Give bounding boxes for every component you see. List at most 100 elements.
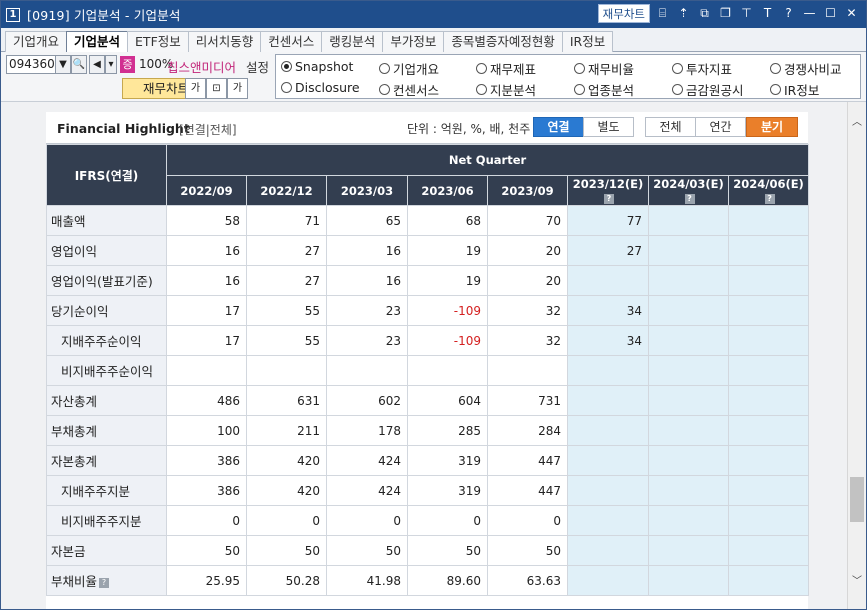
radio-option[interactable]: 업종분석 <box>574 80 634 99</box>
consolidated-toggle[interactable]: 연결 <box>533 117 584 137</box>
tab-2[interactable]: ETF정보 <box>127 31 189 52</box>
radio-icon[interactable] <box>672 63 683 74</box>
tab-1[interactable]: 기업분석 <box>66 31 129 53</box>
radio-icon[interactable] <box>574 63 585 74</box>
table-cell: 0 <box>246 505 327 536</box>
radio-icon[interactable] <box>770 84 781 95</box>
table-cell: 68 <box>407 205 488 236</box>
table-row: 영업이익 16 27 16 19 20 27 <box>46 235 810 266</box>
vertical-scrollbar[interactable]: ︿ ﹀ <box>847 102 866 609</box>
radio-label: Disclosure <box>295 80 360 95</box>
radio-option[interactable]: Snapshot <box>281 59 353 74</box>
radio-icon[interactable] <box>281 61 292 72</box>
help-icon[interactable]: ? <box>780 5 797 22</box>
search-icon[interactable]: 🔍 <box>71 55 87 74</box>
all-period-toggle[interactable]: 전체 <box>645 117 696 137</box>
text-icon[interactable]: T <box>759 5 776 22</box>
window-copy-icon[interactable]: ⧉ <box>696 5 713 22</box>
company-name[interactable]: 칩스앤미디어 <box>167 57 236 76</box>
tab-8[interactable]: IR정보 <box>561 31 614 52</box>
help-icon[interactable]: ? <box>604 193 614 204</box>
radio-icon[interactable] <box>476 84 487 95</box>
radio-option[interactable]: 경쟁사비교 <box>770 59 842 78</box>
separate-toggle[interactable]: 별도 <box>583 117 634 137</box>
chart-icon[interactable]: ⌸ <box>654 5 671 22</box>
table-cell <box>648 505 729 536</box>
financial-chart-button[interactable]: 재무차트 <box>597 4 650 23</box>
pin-icon[interactable]: ⊤ <box>738 5 755 22</box>
table-cell: 71 <box>246 205 327 236</box>
tab-0[interactable]: 기업개요 <box>5 31 68 52</box>
font-size-up-button[interactable]: 가 <box>227 78 248 99</box>
radio-icon[interactable] <box>379 84 390 95</box>
radio-icon[interactable] <box>281 82 292 93</box>
tab-5[interactable]: 랭킹분석 <box>321 31 384 52</box>
quarter-toggle[interactable]: 분기 <box>746 117 798 137</box>
tab-7[interactable]: 종목별증자예정현황 <box>443 31 563 52</box>
table-cell: 319 <box>407 445 488 476</box>
stock-code-input[interactable]: 094360 <box>6 55 56 74</box>
arrow-up-icon[interactable]: ⇡ <box>675 5 692 22</box>
table-cell <box>407 355 488 386</box>
table-cell <box>727 385 810 416</box>
radio-option[interactable]: 금감원공시 <box>672 80 744 99</box>
row-label: 부채총계 <box>46 415 167 446</box>
help-icon[interactable]: ? <box>684 193 695 204</box>
annual-toggle[interactable]: 연간 <box>695 117 746 137</box>
radio-option[interactable]: IR정보 <box>770 80 819 99</box>
minimize-icon[interactable]: — <box>801 5 818 22</box>
table-cell: 77 <box>567 205 649 236</box>
radio-option[interactable]: 기업개요 <box>379 59 439 78</box>
table-cell <box>567 265 649 296</box>
table-cell <box>648 235 729 266</box>
expand-icon[interactable]: ⊡ <box>206 78 227 99</box>
radio-label: 컨센서스 <box>393 83 440 98</box>
table-cell: 285 <box>407 415 488 446</box>
period-header: 2023/12(E)? <box>567 175 649 206</box>
radio-option[interactable]: 재무비율 <box>574 59 634 78</box>
table-cell: 486 <box>166 385 247 416</box>
content-area: Financial Highlight [연결|전체] 단위 : 억원, %, … <box>1 102 847 609</box>
tab-3[interactable]: 리서치동향 <box>187 31 262 52</box>
close-icon[interactable]: ✕ <box>843 5 860 22</box>
maximize-icon[interactable]: ☐ <box>822 5 839 22</box>
radio-icon[interactable] <box>476 63 487 74</box>
scroll-down-icon[interactable]: ﹀ <box>848 573 866 591</box>
radio-option[interactable]: 투자지표 <box>672 59 732 78</box>
period-label: 2023/06 <box>421 183 474 198</box>
scroll-up-icon[interactable]: ︿ <box>848 114 866 132</box>
speaker-icon[interactable]: ◀ <box>89 55 105 74</box>
tab-6[interactable]: 부가정보 <box>382 31 445 52</box>
table-cell <box>727 565 810 596</box>
radio-icon[interactable] <box>672 84 683 95</box>
table-cell: 63.63 <box>487 565 568 596</box>
table-cell: 447 <box>487 445 568 476</box>
radio-option[interactable]: 컨센서스 <box>379 80 439 99</box>
window-restore-icon[interactable]: ❐ <box>717 5 734 22</box>
help-icon[interactable]: ? <box>99 578 110 588</box>
font-size-down-button[interactable]: 가 <box>185 78 206 99</box>
radio-option[interactable]: 재무제표 <box>476 59 536 78</box>
radio-icon[interactable] <box>574 84 585 95</box>
title-bar: 1 [0919] 기업분석 - 기업분석 재무차트 ⌸ ⇡ ⧉ ❐ ⊤ T ? … <box>1 1 866 28</box>
net-quarter-header: Net Quarter <box>165 144 810 176</box>
table-cell: 16 <box>166 235 247 266</box>
speaker-dropdown-icon[interactable]: ▾ <box>105 55 117 74</box>
period-label: 2023/03 <box>340 183 394 198</box>
table-cell: 19 <box>407 265 488 296</box>
financial-highlight-panel: Financial Highlight [연결|전체] 단위 : 억원, %, … <box>46 112 810 609</box>
chevron-down-icon[interactable]: ▼ <box>55 55 71 74</box>
radio-option[interactable]: Disclosure <box>281 80 360 95</box>
table-cell: 55 <box>246 295 327 326</box>
period-label: 2024/03(E) <box>653 176 724 191</box>
settings-button[interactable]: 설정 <box>246 57 269 76</box>
tab-4[interactable]: 컨센서스 <box>260 31 323 52</box>
radio-icon[interactable] <box>770 63 781 74</box>
radio-icon[interactable] <box>379 63 390 74</box>
scroll-thumb[interactable] <box>850 477 864 522</box>
radio-option[interactable]: 지분분석 <box>476 80 536 99</box>
table-cell: 0 <box>487 505 568 536</box>
table-cell: 27 <box>246 235 327 266</box>
help-icon[interactable]: ? <box>764 193 775 204</box>
row-label-text: 자본총계 <box>51 454 98 469</box>
